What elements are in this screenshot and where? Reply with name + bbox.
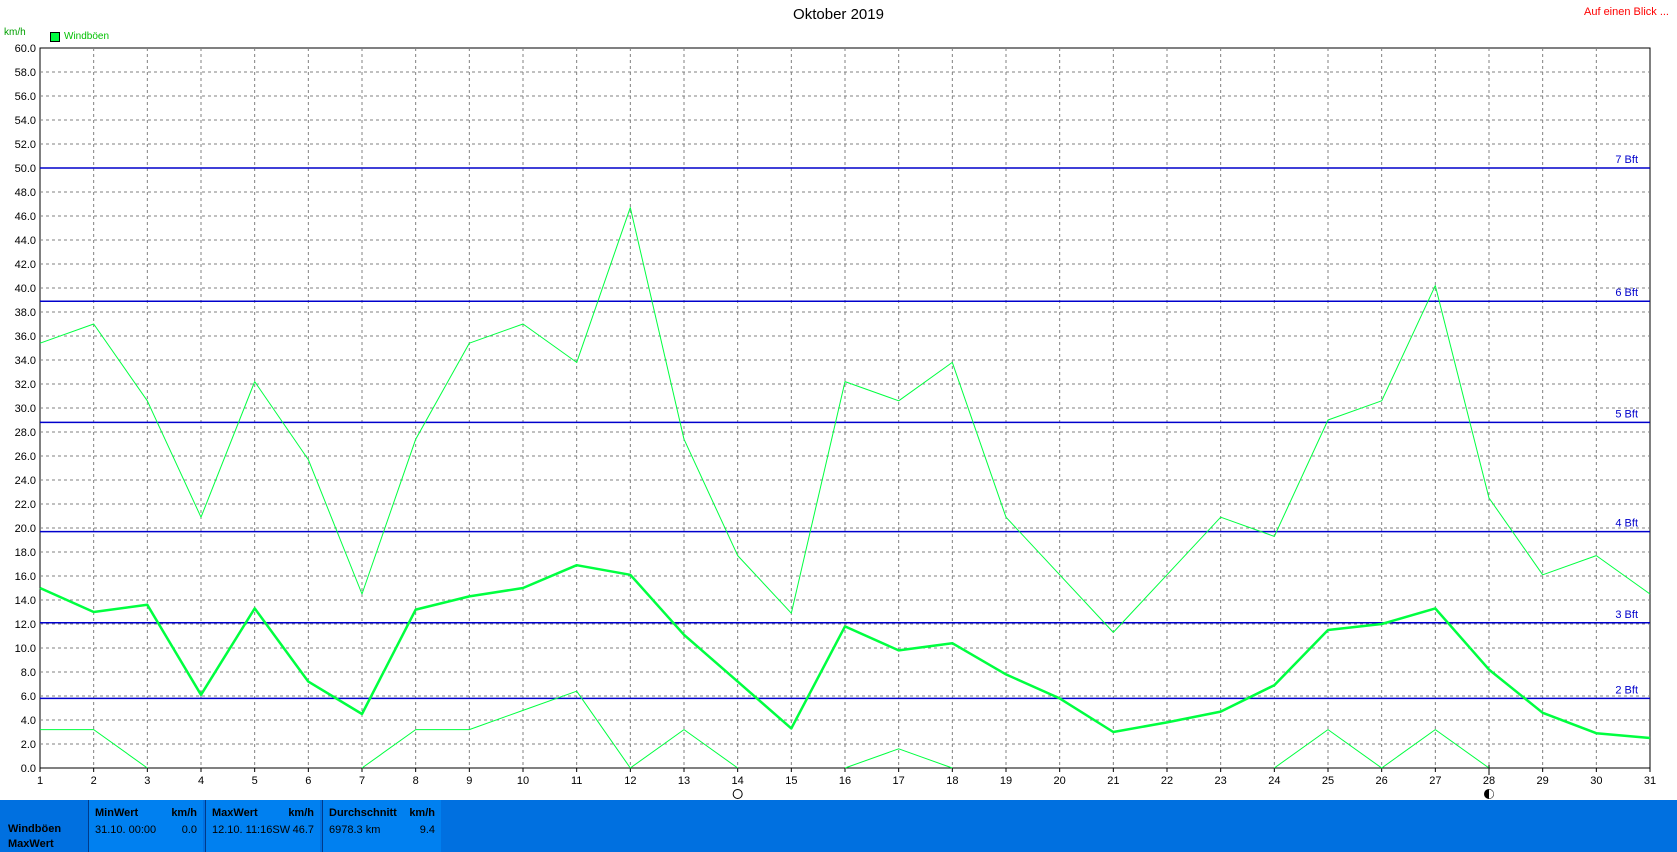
x-tick-label: 5 (252, 775, 258, 787)
beaufort-label: 4 Bft (1615, 518, 1638, 530)
y-tick-label: 24.0 (15, 475, 36, 487)
y-tick-label: 26.0 (15, 451, 36, 463)
x-tick-label: 6 (305, 775, 311, 787)
beaufort-label: 6 Bft (1615, 287, 1638, 299)
y-tick-label: 12.0 (15, 619, 36, 631)
y-tick-label: 20.0 (15, 523, 36, 535)
y-tick-label: 40.0 (15, 283, 36, 295)
x-tick-label: 13 (678, 775, 690, 787)
y-tick-label: 42.0 (15, 259, 36, 271)
x-tick-label: 17 (893, 775, 905, 787)
x-tick-label: 31 (1644, 775, 1656, 787)
moon-full-icon (732, 789, 743, 799)
footer-row-labels: Windböen MaxWert (8, 822, 61, 852)
y-tick-label: 54.0 (15, 115, 36, 127)
y-tick-label: 36.0 (15, 331, 36, 343)
x-tick-label: 4 (198, 775, 204, 787)
x-tick-label: 16 (839, 775, 851, 787)
x-tick-label: 14 (732, 775, 744, 787)
wind-gust-chart: 0.0 2.0 4.0 6.0 8.0 10.0 12.0 14.0 16.0 18.0 20.0 2… (15, 43, 1656, 799)
beaufort-label: 7 Bft (1615, 154, 1638, 166)
y-tick-label: 30.0 (15, 403, 36, 415)
x-tick-label: 19 (1000, 775, 1012, 787)
footer-row-label: Windböen (8, 823, 62, 835)
x-tick-label: 27 (1429, 775, 1441, 787)
x-tick-label: 12 (624, 775, 636, 787)
y-tick-label: 16.0 (15, 571, 36, 583)
x-tick-label: 9 (466, 775, 472, 787)
durchschnitt-header: Durchschnitt (329, 807, 397, 819)
y-tick-label: 10.0 (15, 643, 36, 655)
y-tick-label: 44.0 (15, 235, 36, 247)
durchschnitt-cell: Durchschnitt km/h 6978.3 km 9.4 (322, 800, 441, 852)
beaufort-label: 5 Bft (1615, 408, 1638, 420)
y-tick-label: 22.0 (15, 499, 36, 511)
x-tick-label: 21 (1107, 775, 1119, 787)
y-tick-label: 4.0 (21, 715, 36, 727)
y-tick-label: 50.0 (15, 163, 36, 175)
x-tick-label: 30 (1590, 775, 1602, 787)
y-tick-label: 6.0 (21, 691, 36, 703)
stats-footer: Windböen MaxWert MinWert km/h 31.10. 00:0… (0, 800, 1677, 852)
minwert-header: MinWert (95, 807, 139, 819)
minwert-value: 0.0 (181, 824, 197, 836)
x-tick-label: 1 (37, 775, 43, 787)
durchschnitt-distance: 6978.3 km (329, 824, 381, 836)
x-tick-label: 29 (1537, 775, 1549, 787)
y-tick-label: 60.0 (15, 43, 36, 55)
x-tick-label: 23 (1215, 775, 1227, 787)
x-tick-label: 26 (1376, 775, 1388, 787)
x-tick-label: 24 (1268, 775, 1280, 787)
x-tick-label: 11 (571, 775, 582, 787)
y-tick-label: 56.0 (15, 91, 36, 103)
beaufort-label: 2 Bft (1615, 684, 1638, 696)
y-tick-label: 0.0 (21, 763, 36, 775)
x-tick-label: 18 (946, 775, 958, 787)
y-unit-label: km/h (4, 27, 26, 38)
x-tick-label: 8 (413, 775, 419, 787)
maxwert-dir: SW (272, 824, 291, 836)
maxwert-header: MaxWert (212, 807, 258, 819)
x-tick-label: 7 (359, 775, 365, 787)
overview-link[interactable]: Auf einen Blick ... (1584, 6, 1669, 18)
y-tick-label: 38.0 (15, 307, 36, 319)
y-tick-label: 46.0 (15, 211, 36, 223)
x-tick-label: 2 (91, 775, 97, 787)
beaufort-label: 3 Bft (1615, 609, 1638, 621)
x-tick-label: 15 (785, 775, 797, 787)
chart-title: Oktober 2019 (793, 6, 884, 23)
minwert-date: 31.10. 00:00 (95, 824, 157, 836)
maxwert-value: 46.7 (292, 824, 314, 836)
y-tick-label: 52.0 (15, 139, 36, 151)
durchschnitt-unit: km/h (409, 807, 435, 819)
x-tick-label: 28 (1483, 775, 1495, 787)
maxwert-unit: km/h (288, 807, 314, 819)
x-tick-label: 20 (1054, 775, 1066, 787)
x-tick-label: 22 (1161, 775, 1173, 787)
y-tick-label: 34.0 (15, 355, 36, 367)
maxwert-cell: MaxWert km/h 12.10. 11:16SW 46.7 (205, 800, 320, 852)
x-tick-label: 3 (144, 775, 150, 787)
x-tick-label: 10 (517, 775, 529, 787)
y-tick-label: 58.0 (15, 67, 36, 79)
y-tick-label: 28.0 (15, 427, 36, 439)
legend-label: Windböen (64, 31, 110, 42)
y-tick-label: 32.0 (15, 379, 36, 391)
legend-swatch (50, 31, 60, 42)
y-tick-label: 8.0 (21, 667, 36, 679)
minwert-unit: km/h (171, 807, 197, 819)
y-tick-label: 2.0 (21, 739, 36, 751)
durchschnitt-value: 9.4 (419, 824, 435, 836)
minwert-cell: MinWert km/h 31.10. 00:00 0.0 (88, 800, 203, 852)
y-tick-label: 48.0 (15, 187, 36, 199)
y-tick-label: 18.0 (15, 547, 36, 559)
y-tick-label: 14.0 (15, 595, 36, 607)
maxwert-date: 12.10. 11:16 (212, 824, 273, 836)
legend: Windböen (50, 31, 109, 42)
footer-row-label: MaxWert (8, 838, 54, 850)
x-tick-label: 25 (1322, 775, 1334, 787)
